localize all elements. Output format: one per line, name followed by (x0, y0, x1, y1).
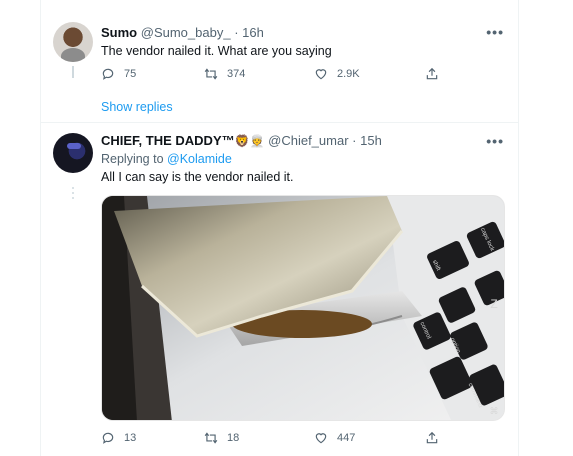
reply-button[interactable]: 13 (101, 431, 136, 445)
reply-count: 75 (124, 68, 137, 80)
tweet-text: The vendor nailed it. What are you sayin… (101, 44, 332, 58)
user-handle[interactable]: @Sumo_baby_ (141, 25, 231, 40)
timestamp[interactable]: 15h (360, 133, 382, 148)
user-handle[interactable]: @Chief_umar (268, 133, 348, 148)
name-emoji: 🦁👳 (234, 134, 265, 148)
tweet-header: CHIEF, THE DADDY™🦁👳 @Chief_umar · 15h (101, 133, 382, 148)
tweet-actions: 75 374 2.9K (101, 67, 446, 83)
share-icon (426, 431, 438, 444)
retweet-button[interactable]: 18 (204, 431, 239, 445)
show-replies-link[interactable]: Show replies (101, 100, 173, 114)
show-replies-row[interactable]: Show replies (41, 88, 518, 199)
tweet-actions: 13 18 447 (101, 431, 446, 447)
more-icon[interactable]: ••• (486, 133, 504, 149)
retweet-icon (204, 432, 218, 444)
tweet-photo[interactable]: caps lock shift control option command Z ⌘ (101, 195, 505, 421)
heart-icon (315, 433, 327, 444)
share-icon (426, 67, 438, 80)
share-button[interactable] (425, 431, 448, 445)
avatar[interactable] (53, 133, 93, 173)
retweet-icon (204, 68, 218, 80)
retweet-button[interactable]: 374 (204, 67, 245, 81)
tweet-chief[interactable]: CHIEF, THE DADDY™🦁👳 @Chief_umar · 15h ••… (41, 123, 518, 456)
keyboard-key-label: ⌘ (490, 406, 499, 416)
reply-count: 13 (124, 432, 137, 444)
replying-prefix: Replying to (101, 152, 164, 166)
retweet-count: 18 (227, 432, 240, 444)
like-count: 447 (337, 432, 356, 444)
thread-connector (72, 66, 74, 78)
timeline-border-right (518, 0, 519, 456)
like-button[interactable]: 2.9K (314, 67, 360, 81)
tweet-text: All I can say is the vendor nailed it. (101, 170, 294, 184)
retweet-count: 374 (227, 68, 246, 80)
display-name[interactable]: Sumo (101, 25, 137, 40)
tweet-header: Sumo @Sumo_baby_ · 16h (101, 25, 264, 40)
timestamp[interactable]: 16h (242, 25, 264, 40)
photo-food-container-on-laptop: caps lockshiftcontroloptioncommandZ⌘ (102, 196, 504, 420)
mention-link[interactable]: @Kolamide (167, 152, 232, 166)
separator: · (352, 133, 357, 148)
tweet-sumo[interactable]: Sumo @Sumo_baby_ · 16h ••• The vendor na… (41, 0, 518, 88)
display-name[interactable]: CHIEF, THE DADDY™ (101, 133, 235, 148)
like-count: 2.9K (337, 68, 360, 80)
reply-icon (102, 68, 114, 80)
avatar[interactable] (53, 22, 93, 62)
reply-icon (102, 432, 114, 444)
share-button[interactable] (425, 67, 448, 81)
replying-to: Replying to @Kolamide (101, 152, 232, 166)
like-button[interactable]: 447 (314, 431, 355, 445)
reply-button[interactable]: 75 (101, 67, 136, 81)
keyboard-key-label: Z (490, 297, 497, 311)
heart-icon (315, 69, 327, 80)
more-icon[interactable]: ••• (486, 24, 504, 40)
separator: · (234, 25, 239, 40)
